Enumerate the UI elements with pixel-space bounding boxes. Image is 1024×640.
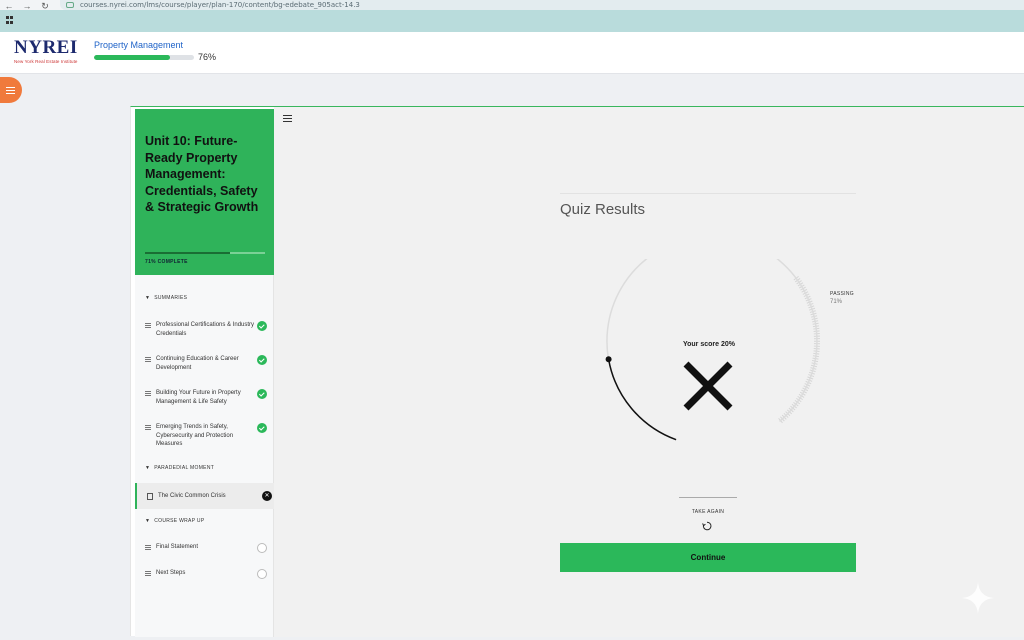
logo-tagline: New York Real Estate Institute (14, 59, 78, 64)
score-arc (607, 359, 677, 441)
fail-x-icon (683, 361, 733, 411)
lesson-item[interactable]: Next Steps (145, 569, 269, 579)
lesson-item[interactable]: Emerging Trends in Safety, Cybersecurity… (145, 423, 269, 449)
lesson-lines-icon (145, 425, 151, 430)
section-title: SUMMARIES (154, 295, 188, 301)
nyrei-logo[interactable]: NYREI New York Real Estate Institute (14, 37, 78, 65)
unit-header: Unit 10: Future-Ready Property Managemen… (135, 109, 274, 275)
chevron-down-icon: ▼ (145, 295, 151, 301)
divider (679, 497, 737, 498)
lesson-lines-icon (145, 571, 151, 576)
lesson-item-active[interactable]: The Civic Common Crisis ✕ (135, 483, 274, 509)
failed-x-icon: ✕ (262, 491, 272, 501)
chevron-down-icon: ▼ (145, 518, 151, 524)
unit-title: Unit 10: Future-Ready Property Managemen… (145, 134, 259, 214)
lesson-lines-icon (145, 545, 151, 550)
lesson-label: Emerging Trends in Safety, Cybersecurity… (156, 424, 234, 447)
passing-label: PASSING (830, 291, 854, 297)
lesson-sidebar: Unit 10: Future-Ready Property Managemen… (135, 109, 274, 637)
unit-complete-label: 71% COMPLETE (145, 259, 188, 265)
incomplete-circle-icon (257, 569, 267, 579)
chevron-down-icon: ▼ (145, 465, 151, 471)
course-player: Unit 10: Future-Ready Property Managemen… (130, 106, 1024, 637)
lesson-label: Professional Certifications & Industry C… (156, 322, 255, 337)
passing-value: 71% (830, 299, 843, 305)
app-header: NYREI New York Real Estate Institute Pro… (0, 32, 1024, 74)
lesson-label: Continuing Education & Career Developmen… (156, 356, 239, 371)
completed-check-icon (257, 423, 267, 433)
completed-check-icon (257, 389, 267, 399)
incomplete-circle-icon (257, 543, 267, 553)
course-progress-bar (94, 55, 194, 60)
unit-progress-bar (145, 252, 265, 254)
url-text: courses.nyrei.com/lms/course/player/plan… (80, 1, 360, 9)
sidebar-toggle-icon[interactable] (283, 115, 292, 122)
score-marker (605, 356, 612, 363)
bookmarks-bar (0, 10, 1024, 32)
completed-check-icon (257, 355, 267, 365)
lesson-label: Next Steps (156, 570, 186, 576)
lesson-item[interactable]: Continuing Education & Career Developmen… (145, 355, 269, 372)
lesson-lines-icon (145, 357, 151, 362)
continue-button[interactable]: Continue (560, 543, 856, 572)
take-again-link[interactable]: TAKE AGAIN (679, 509, 737, 515)
lesson-item[interactable]: Final Statement (145, 543, 269, 553)
section-header-moment[interactable]: ▼ PARADEDIAL MOMENT (145, 465, 214, 471)
section-header-wrap-up[interactable]: ▼ COURSE WRAP UP (145, 518, 204, 524)
sparkle-icon (962, 582, 994, 614)
lesson-lines-icon (145, 323, 151, 328)
apps-grid-icon[interactable] (6, 16, 14, 24)
address-bar[interactable]: courses.nyrei.com/lms/course/player/plan… (60, 0, 1024, 10)
unit-progress-fill (145, 252, 231, 254)
retry-icon[interactable] (702, 521, 712, 531)
section-header-summaries[interactable]: ▼ SUMMARIES (145, 295, 187, 301)
lesson-lines-icon (145, 391, 151, 396)
score-label: Your score 20% (682, 341, 735, 348)
lesson-item[interactable]: Building Your Future in Property Managem… (145, 389, 269, 406)
logo-wordmark: NYREI (14, 37, 78, 58)
lesson-label: Building Your Future in Property Managem… (156, 390, 241, 405)
floating-menu-button[interactable] (0, 77, 22, 103)
lesson-label: The Civic Common Crisis (158, 492, 226, 499)
lesson-label: Final Statement (156, 544, 199, 550)
lesson-item[interactable]: Professional Certifications & Industry C… (145, 321, 269, 338)
divider (560, 193, 856, 194)
quiz-results-title: Quiz Results (560, 201, 646, 218)
site-info-icon[interactable] (66, 2, 74, 8)
completed-check-icon (257, 321, 267, 331)
quiz-results-panel: Quiz Results Your score 20% PASSING 71% … (274, 107, 1024, 637)
section-title: COURSE WRAP UP (154, 518, 205, 524)
document-icon (147, 492, 153, 500)
course-progress-label: 76% (198, 52, 217, 62)
menu-icon (5, 86, 15, 94)
course-progress-fill (94, 55, 170, 60)
course-title[interactable]: Property Management (94, 40, 183, 50)
section-title: PARADEDIAL MOMENT (154, 465, 215, 471)
